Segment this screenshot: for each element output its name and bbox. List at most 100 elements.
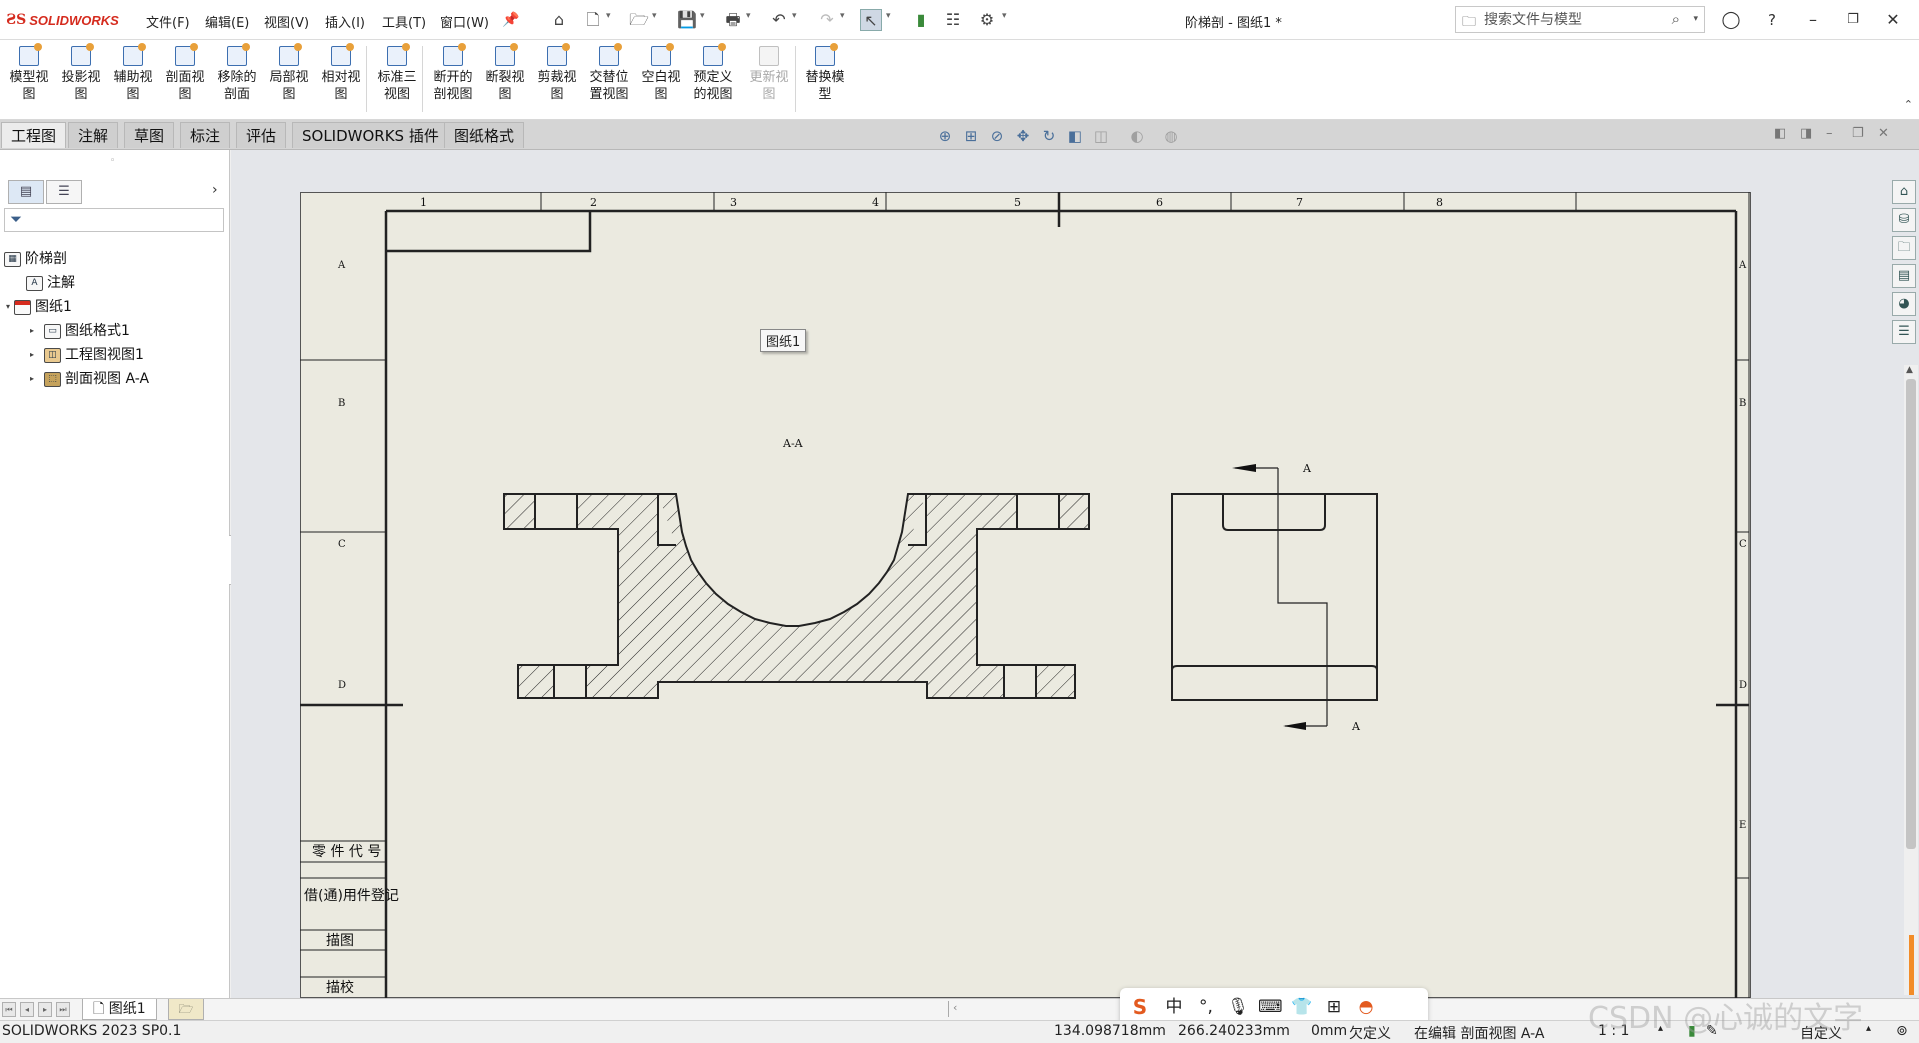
command-projected-view-button[interactable]: 投影视 图 [56,43,106,103]
save-dropdown-icon[interactable]: ▾ [700,11,705,21]
home-icon[interactable]: ⌂ [548,9,570,31]
command-auxiliary-view-button[interactable]: 辅助视 图 [108,43,158,103]
add-sheet-button[interactable]: 🗁 [168,999,204,1020]
section-view-a-a[interactable] [503,493,1090,699]
display-style-icon[interactable]: ◫ [1091,126,1111,146]
undo-icon[interactable]: ↶ [768,9,790,31]
expand-arrow-icon[interactable]: ▸ [26,368,38,390]
sheet-tab[interactable]: 🗋 图纸1 [82,999,157,1020]
command-relative-view-button[interactable]: 相对视 图 [316,43,366,103]
command-break-view-button[interactable]: 断裂视 图 [480,43,530,103]
vertical-scrollbar[interactable]: ▲ [1904,365,1918,995]
rebuild-traffic-light-icon[interactable]: ▮ [910,9,932,31]
collapse-ribbon-chevron-icon[interactable]: ⌃ [1904,98,1913,111]
new-dropdown-icon[interactable]: ▾ [606,11,611,21]
command-detail-view-button[interactable]: 局部视 图 [264,43,314,103]
mascot-icon[interactable]: ◓ [1354,995,1378,1019]
appearances-icon[interactable]: ◕ [1892,292,1916,316]
microphone-icon[interactable]: 🎙 [1226,995,1250,1019]
command-standard-3-view-button[interactable]: 标准三 视图 [372,43,422,103]
tab-sheet-format[interactable]: 图纸格式 [444,122,525,148]
notifications-icon[interactable]: ⊚ [1896,1023,1908,1039]
tree-filter-box[interactable]: ⏷ [4,208,224,232]
tab-sketch[interactable]: 草图 [124,122,175,148]
next-sheet-button[interactable]: ▸ [38,1002,52,1017]
menu-tools[interactable]: 工具(T) [382,12,426,31]
open-folder-icon[interactable]: 🗁 [628,9,650,31]
user-account-icon[interactable]: ◯ [1716,8,1746,32]
menu-insert[interactable]: 插入(I) [325,12,365,31]
file-explorer-icon[interactable]: 🗀 [1892,236,1916,260]
options-dropdown-icon[interactable]: ▾ [1002,11,1007,21]
save-icon[interactable]: 💾 [676,9,698,31]
tab-annotation[interactable]: 注解 [68,122,119,148]
menu-edit[interactable]: 编辑(E) [205,12,249,31]
rotate-view-icon[interactable]: ↻ [1039,126,1059,146]
search-box[interactable]: 🗀 ⌕ ▾ [1455,6,1705,33]
prev-sheet-button[interactable]: ◂ [20,1002,34,1017]
menu-file[interactable]: 文件(F) [146,12,190,31]
options-gear-icon[interactable]: ⚙ [976,9,998,31]
help-icon[interactable]: ? [1757,8,1787,32]
close-button[interactable]: ✕ [1878,8,1908,32]
tree-item-section-view[interactable]: ▸ ⬚ 剖面视图 A-A [26,368,149,390]
tab-evaluate[interactable]: 评估 [236,122,287,148]
tree-root[interactable]: ▦ 阶梯剖 [4,248,67,270]
open-dropdown-icon[interactable]: ▾ [652,11,657,21]
collapse-arrow-icon[interactable]: ▾ [2,296,14,318]
select-pointer-icon[interactable]: ↖ [860,9,882,31]
panel-expand-arrow-icon[interactable]: › [212,182,218,198]
command-crop-view-button[interactable]: 剪裁视 图 [532,43,582,103]
toolbox-grid-icon[interactable]: ⊞ [1322,995,1346,1019]
redo-dropdown-icon[interactable]: ▾ [840,11,845,21]
zoom-in-out-icon[interactable]: ⊘ [987,126,1007,146]
command-alternate-position-button[interactable]: 交替位 置视图 [584,43,634,103]
command-update-view-button[interactable]: 更新视 图 [744,46,794,103]
tab-addins[interactable]: SOLIDWORKS 插件 [292,122,449,148]
scroll-up-arrow-icon[interactable]: ▲ [1906,365,1913,375]
tree-item-annotations[interactable]: A 注解 [14,272,75,294]
new-document-icon[interactable]: 🗋 [582,9,604,31]
redo-icon[interactable]: ↷ [816,9,838,31]
feature-manager-tab-icon[interactable]: ▤ [8,180,44,204]
last-sheet-button[interactable]: ⏭ [56,1002,70,1017]
tree-item-drawing-view[interactable]: ▸ ◫ 工程图视图1 [26,344,144,366]
command-section-view-button[interactable]: 剖面视 图 [160,43,210,103]
drawing-view-1[interactable]: A A [1171,462,1378,733]
viewport-tile-right-icon[interactable]: ◨ [1800,126,1812,141]
punctuation-icon[interactable]: °, [1194,995,1218,1019]
select-dropdown-icon[interactable]: ▾ [886,11,891,21]
scroll-thumb[interactable] [1906,379,1916,849]
ime-lang-toggle[interactable]: 中 [1162,995,1186,1019]
search-input[interactable] [1484,10,1664,30]
solidworks-logo[interactable]: ƧS SOLIDWORKS [6,9,119,31]
tree-item-sheet[interactable]: ▾ 图纸1 [2,296,72,318]
restore-button[interactable]: ❐ [1838,8,1868,32]
pan-icon[interactable]: ✥ [1013,126,1033,146]
viewport-minimize-icon[interactable]: – [1826,126,1833,141]
undo-dropdown-icon[interactable]: ▾ [792,11,797,21]
hide-show-icon[interactable]: ◐ [1127,126,1147,146]
print-dropdown-icon[interactable]: ▾ [746,11,751,21]
zoom-to-fit-icon[interactable]: ⊕ [935,126,955,146]
skin-icon[interactable]: 👕 [1290,995,1314,1019]
command-model-view-button[interactable]: 模型视 图 [4,43,54,103]
viewport-close-icon[interactable]: ✕ [1878,126,1889,141]
design-library-icon[interactable]: ⛁ [1892,208,1916,232]
first-sheet-button[interactable]: ⏮ [2,1002,16,1017]
drawing-canvas[interactable]: 1 2 3 4 5 6 7 8 A A B B C C D D E 零 件 代 号 借(通)用件登记 描图 描… [300,192,1751,998]
command-replace-model-button[interactable]: 替换模 型 [800,43,850,103]
search-icon[interactable]: ⌕ [1672,10,1680,28]
menu-view[interactable]: 视图(V) [264,12,309,31]
view-settings-icon[interactable]: ◧ [1065,126,1085,146]
property-manager-tab-icon[interactable]: ☰ [46,180,82,204]
appearance-icon[interactable]: ◍ [1161,126,1181,146]
view-palette-icon[interactable]: ▤ [1892,264,1916,288]
zoom-to-area-icon[interactable]: ⊞ [961,126,981,146]
command-predefined-view-button[interactable]: 预定义 的视图 [688,43,738,103]
expand-arrow-icon[interactable]: ▸ [26,344,38,366]
solidworks-resources-home-icon[interactable]: ⌂ [1892,180,1916,204]
command-broken-out-section-button[interactable]: 断开的 剖视图 [428,43,478,103]
pin-icon[interactable]: 📌 [500,9,522,31]
viewport-restore-icon[interactable]: ❐ [1852,126,1864,141]
